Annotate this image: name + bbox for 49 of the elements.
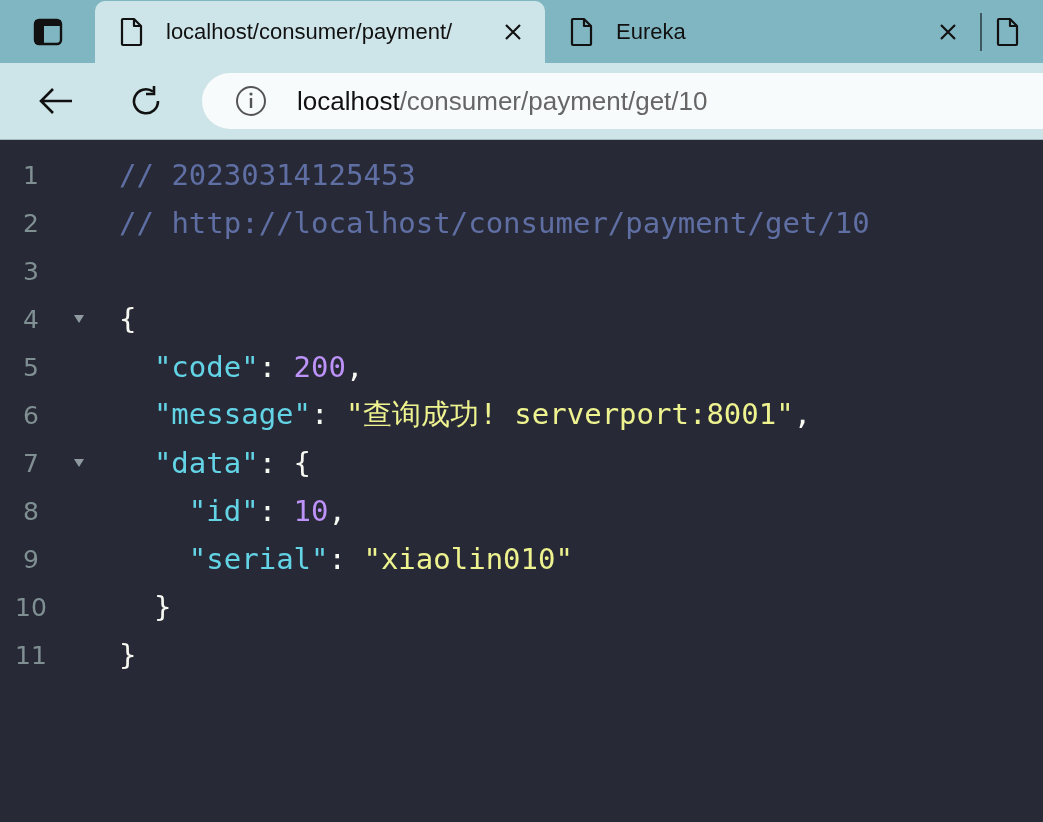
browser-tab[interactable]: localhost/consumer/payment/ (95, 1, 545, 63)
json-number: 10 (293, 494, 329, 528)
line-number: 2 (22, 208, 40, 238)
browser-tab[interactable]: Eureka (545, 1, 980, 63)
tab-title: localhost/consumer/payment/ (166, 19, 454, 45)
code-punctuation: : { (258, 446, 312, 480)
code-punctuation: } (119, 638, 137, 672)
json-string: "查询成功! serverport:8001" (345, 397, 794, 431)
back-icon[interactable] (38, 86, 74, 116)
code-punctuation: } (153, 590, 172, 624)
close-icon[interactable] (938, 22, 958, 42)
fold-toggle-icon[interactable] (73, 458, 85, 468)
document-icon (996, 17, 1020, 47)
line-number: 10 (14, 592, 48, 622)
json-string: "xiaolin010" (363, 542, 573, 576)
document-icon (570, 17, 594, 47)
json-key: "serial" (188, 542, 329, 576)
code-punctuation: , (346, 350, 364, 384)
line-number: 8 (22, 496, 40, 526)
fold-toggle-icon[interactable] (73, 314, 85, 324)
line-number: 3 (22, 256, 40, 286)
json-key: "message" (153, 397, 312, 431)
line-number: 4 (22, 304, 40, 334)
document-icon (120, 17, 144, 47)
code-comment: // http://localhost/consumer/payment/get/10 (119, 206, 870, 240)
close-icon[interactable] (503, 22, 523, 42)
line-number: 1 (22, 160, 40, 190)
line-number: 6 (22, 400, 40, 430)
code-comment: // 20230314125453 (119, 158, 416, 192)
code-punctuation: : (328, 542, 347, 576)
code-punctuation: : (311, 397, 330, 431)
json-key: "data" (153, 446, 259, 480)
code-punctuation: { (119, 302, 137, 336)
tab-actions-icon (32, 17, 63, 46)
code-punctuation: , (328, 494, 346, 528)
line-number: 9 (22, 544, 40, 574)
line-number: 7 (22, 448, 40, 478)
info-icon[interactable] (235, 85, 267, 117)
json-key: "code" (153, 350, 259, 384)
address-bar[interactable]: localhost/consumer/payment/get/10 (202, 73, 1043, 129)
json-key: "id" (188, 494, 259, 528)
line-number: 5 (22, 352, 40, 382)
code-punctuation: : (258, 350, 278, 384)
tab-title: Eureka (616, 19, 687, 45)
code-punctuation: , (793, 397, 812, 431)
code-punctuation: : (258, 494, 278, 528)
url-text: localhost/consumer/payment/get/10 (297, 85, 708, 117)
json-number: 200 (293, 350, 346, 384)
line-number: 11 (14, 640, 48, 670)
